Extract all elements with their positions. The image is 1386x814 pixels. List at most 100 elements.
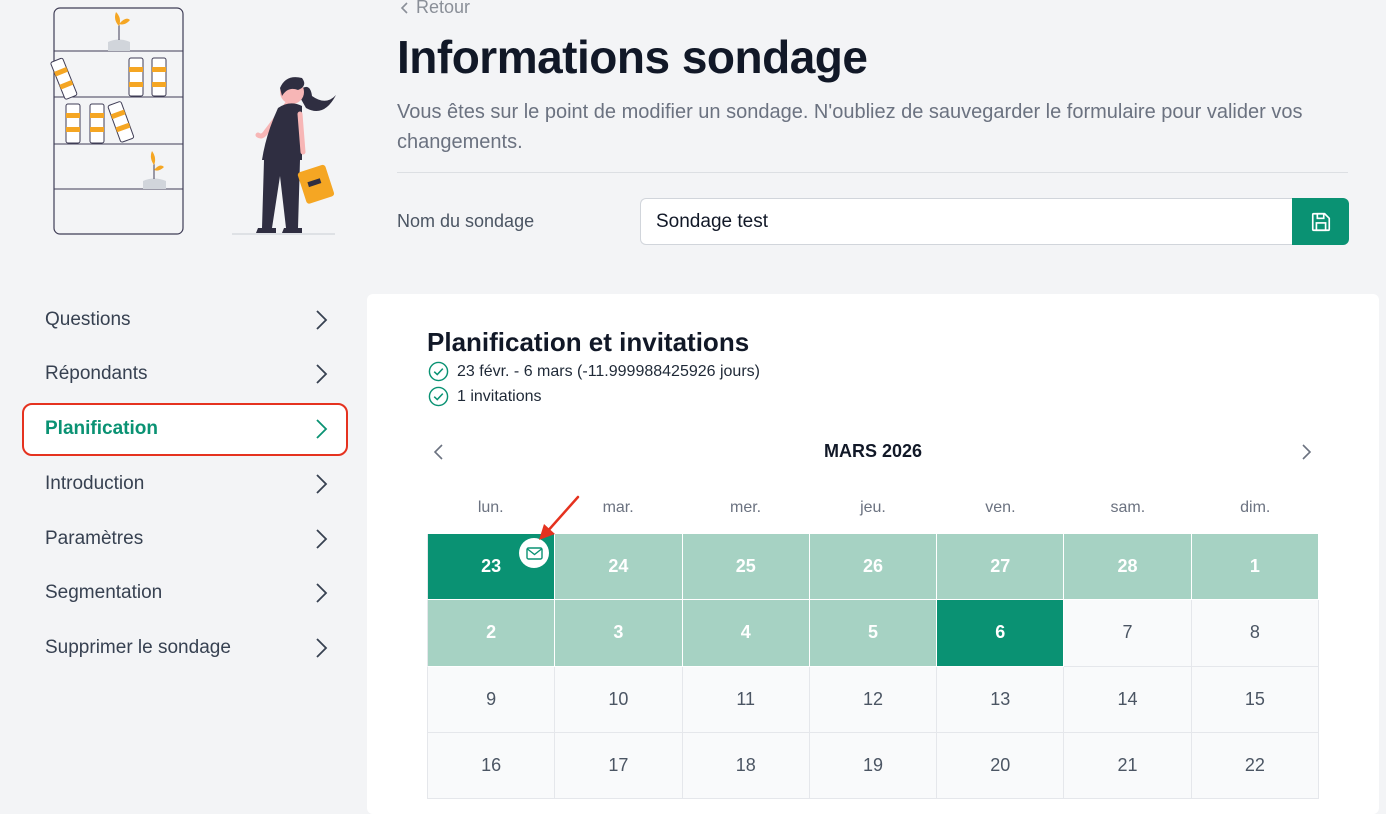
sidebar-item-repondants[interactable]: Répondants bbox=[22, 348, 348, 401]
sidebar-item-label: Segmentation bbox=[45, 582, 163, 604]
day-number: 19 bbox=[862, 755, 883, 776]
sidebar-item-planification[interactable]: Planification bbox=[22, 402, 348, 456]
sidebar-item-label: Introduction bbox=[45, 472, 145, 494]
sidebar-item-supprimer[interactable]: Supprimer le sondage bbox=[22, 622, 348, 675]
annotation-arrow bbox=[539, 495, 580, 540]
calendar-day[interactable]: 11 bbox=[682, 666, 810, 733]
calendar-day[interactable]: 3 bbox=[555, 600, 683, 667]
day-number: 14 bbox=[1117, 688, 1138, 709]
calendar-day[interactable]: 19 bbox=[809, 732, 938, 800]
sidebar-item-questions[interactable]: Questions bbox=[22, 293, 348, 346]
calendar-day[interactable]: 1 bbox=[1191, 534, 1319, 601]
day-number: 10 bbox=[608, 688, 629, 709]
calendar-week-row: 9 10 11 12 13 14 15 bbox=[427, 666, 1319, 733]
save-icon bbox=[1311, 212, 1330, 231]
save-button[interactable] bbox=[1292, 198, 1349, 245]
day-number: 27 bbox=[990, 556, 1011, 577]
day-number: 16 bbox=[481, 755, 502, 776]
day-number: 11 bbox=[736, 688, 756, 709]
calendar-day[interactable]: 10 bbox=[555, 666, 683, 733]
day-number: 8 bbox=[1249, 622, 1260, 643]
calendar-day[interactable]: 20 bbox=[937, 732, 1065, 800]
calendar-week-row: 2 3 4 5 6 7 8 bbox=[427, 600, 1319, 667]
calendar-day-range-end[interactable]: 6 bbox=[937, 600, 1065, 667]
back-link-label: Retour bbox=[416, 0, 471, 17]
sidebar-item-label: Supprimer le sondage bbox=[45, 637, 231, 659]
weekday-label: ven. bbox=[985, 499, 1016, 516]
sidebar-item-label: Paramètres bbox=[45, 527, 144, 549]
previous-month-button[interactable] bbox=[432, 443, 446, 461]
day-number: 24 bbox=[608, 556, 629, 577]
calendar-day[interactable]: 28 bbox=[1064, 534, 1192, 601]
calendar-day[interactable]: 17 bbox=[555, 732, 683, 800]
calendar-day[interactable]: 15 bbox=[1191, 666, 1319, 733]
day-number: 18 bbox=[735, 755, 756, 776]
day-number: 5 bbox=[867, 622, 878, 643]
calendar-day[interactable]: 26 bbox=[809, 534, 938, 601]
next-month-button[interactable] bbox=[1299, 443, 1313, 461]
sidebar-item-segmentation[interactable]: Segmentation bbox=[22, 567, 348, 620]
period-summary-text: 23 févr. - 6 mars (-11.999988425926 jour… bbox=[457, 362, 760, 380]
calendar-day[interactable]: 9 bbox=[427, 666, 556, 733]
sidebar-item-parametres[interactable]: Paramètres bbox=[22, 512, 348, 565]
calendar-day[interactable]: 5 bbox=[809, 600, 938, 667]
check-circle-icon bbox=[428, 386, 449, 407]
calendar-day[interactable]: 21 bbox=[1064, 732, 1192, 800]
period-summary: 23 févr. - 6 mars (-11.999988425926 jour… bbox=[428, 361, 760, 382]
day-number: 22 bbox=[1244, 755, 1265, 776]
calendar-day[interactable]: 27 bbox=[937, 534, 1065, 601]
calendar-day[interactable]: 14 bbox=[1064, 666, 1192, 733]
sidebar-item-label: Planification bbox=[45, 418, 158, 440]
day-number: 28 bbox=[1117, 556, 1138, 577]
day-number: 2 bbox=[486, 622, 497, 643]
calendar-day[interactable]: 25 bbox=[682, 534, 810, 601]
calendar-day[interactable]: 18 bbox=[682, 732, 810, 800]
calendar-week-row: 16 17 18 19 20 21 22 bbox=[427, 732, 1319, 800]
invitations-summary-text: 1 invitations bbox=[457, 387, 542, 405]
calendar-week-row: 23 24 25 26 27 28 1 bbox=[427, 534, 1319, 601]
calendar-day[interactable]: 2 bbox=[427, 600, 556, 667]
mail-icon bbox=[526, 546, 543, 560]
day-number: 12 bbox=[862, 688, 883, 709]
page-title: Informations sondage bbox=[397, 31, 868, 83]
sidebar-item-introduction[interactable]: Introduction bbox=[22, 457, 348, 510]
calendar-day[interactable]: 7 bbox=[1064, 600, 1192, 667]
calendar-day[interactable]: 16 bbox=[427, 732, 556, 800]
weekday-label: dim. bbox=[1240, 499, 1271, 516]
day-number: 20 bbox=[990, 755, 1011, 776]
calendar-grid: 23 24 25 26 27 28 1 2 3 4 5 6 7 8 9 10 1… bbox=[427, 534, 1319, 800]
back-link[interactable]: Retour bbox=[400, 0, 470, 18]
chevron-right-icon bbox=[316, 583, 328, 604]
day-number: 21 bbox=[1117, 755, 1138, 776]
chevron-left-icon bbox=[400, 1, 408, 14]
chevron-right-icon bbox=[316, 638, 328, 658]
day-number: 3 bbox=[613, 622, 624, 643]
day-number: 1 bbox=[1249, 556, 1260, 577]
calendar-day[interactable]: 4 bbox=[682, 600, 810, 667]
calendar-day[interactable]: 13 bbox=[937, 666, 1065, 733]
day-number: 17 bbox=[608, 755, 629, 776]
chevron-right-icon bbox=[316, 529, 328, 549]
survey-name-input[interactable] bbox=[640, 198, 1293, 245]
day-number: 9 bbox=[486, 688, 497, 709]
day-number: 25 bbox=[735, 556, 756, 577]
sidebar-nav: Questions Répondants Planification Intro… bbox=[22, 293, 348, 677]
header-divider bbox=[397, 172, 1348, 173]
day-number: 7 bbox=[1122, 622, 1133, 643]
day-number: 15 bbox=[1244, 688, 1265, 709]
calendar-day[interactable]: 12 bbox=[809, 666, 938, 733]
calendar-day-range-start[interactable]: 23 bbox=[427, 534, 556, 601]
invitations-summary: 1 invitations bbox=[428, 386, 542, 407]
calendar-day[interactable]: 8 bbox=[1191, 600, 1319, 667]
chevron-right-icon bbox=[316, 364, 328, 384]
calendar-day[interactable]: 24 bbox=[555, 534, 683, 601]
calendar-day[interactable]: 22 bbox=[1191, 732, 1319, 800]
calendar-month-label: MARS 2026 bbox=[823, 441, 923, 461]
weekday-label: mer. bbox=[729, 499, 762, 516]
day-number: 13 bbox=[990, 688, 1011, 709]
chevron-right-icon bbox=[316, 309, 328, 330]
weekday-label: jeu. bbox=[860, 499, 886, 516]
day-number: 4 bbox=[740, 622, 751, 643]
day-number: 23 bbox=[481, 556, 502, 577]
day-number: 6 bbox=[995, 622, 1006, 643]
